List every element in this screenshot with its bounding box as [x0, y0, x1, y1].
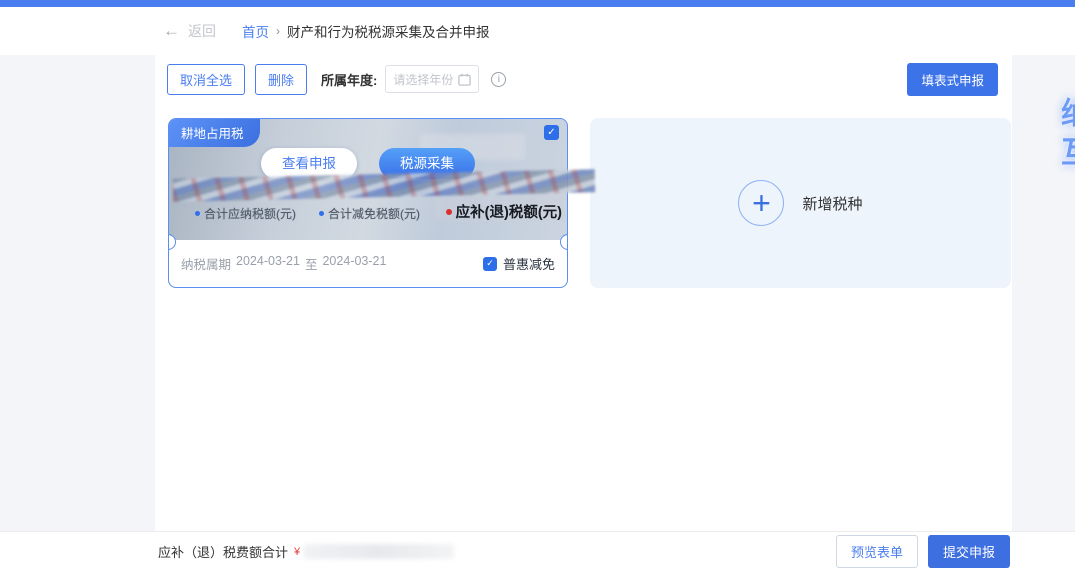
preview-form-button[interactable]: 预览表单	[836, 535, 918, 568]
tax-card-footer: 纳税属期 2024-03-21 至 2024-03-21 ✓ 普惠减免	[169, 240, 567, 287]
period-label: 纳税属期	[181, 254, 231, 273]
year-placeholder: 请选择年份	[393, 71, 458, 88]
info-icon[interactable]: i	[491, 72, 506, 87]
plus-icon: +	[738, 180, 784, 226]
blue-dot-icon	[319, 211, 324, 216]
delete-button[interactable]: 删除	[255, 64, 307, 95]
top-accent-bar	[0, 0, 1080, 7]
tax-card-actions: 查看申报 税源采集	[169, 148, 567, 179]
metric-label: 合计减免税额(元)	[328, 205, 420, 222]
tax-card-checkbox[interactable]: ✓	[544, 125, 559, 140]
main-panel: 取消全选 删除 所属年度: 请选择年份 i 填表式申报 耕地占用税 ✓ 查看申报…	[155, 55, 1012, 531]
cancel-select-all-button[interactable]: 取消全选	[167, 64, 245, 95]
fill-form-declare-button[interactable]: 填表式申报	[907, 63, 998, 96]
view-declaration-button[interactable]: 查看申报	[261, 148, 357, 179]
back-arrow-icon[interactable]: ←	[163, 21, 180, 41]
calendar-icon[interactable]	[458, 73, 471, 86]
tax-period-text: 纳税属期 2024-03-21 至 2024-03-21	[181, 254, 386, 273]
benefit-reduction-label: 普惠减免	[503, 254, 555, 273]
tax-card-title-badge: 耕地占用税	[169, 119, 260, 147]
metric-total-reduction: 合计减免税额(元)	[319, 205, 420, 222]
tax-card-farmland-occupation[interactable]: 耕地占用税 ✓ 查看申报 税源采集 合计应纳税额(元) 合计减免税额(元) 应补…	[168, 118, 568, 288]
right-edge-margin	[1075, 0, 1080, 571]
metric-total-payable: 合计应纳税额(元)	[195, 205, 296, 222]
submit-declaration-button[interactable]: 提交申报	[928, 535, 1010, 568]
add-tax-type-label: 新增税种	[802, 193, 862, 214]
toolbar: 取消全选 删除 所属年度: 请选择年份 i 填表式申报	[167, 64, 998, 94]
period-start-date: 2024-03-21	[236, 254, 300, 273]
year-field-label: 所属年度:	[321, 70, 377, 89]
blue-dot-icon	[195, 211, 200, 216]
redacted-total-value	[304, 544, 454, 559]
add-tax-type-card[interactable]: + 新增税种	[590, 118, 1011, 288]
breadcrumb: ← 返回 首页 › 财产和行为税税源采集及合并申报	[0, 7, 1080, 55]
period-end-date: 2024-03-21	[322, 254, 386, 273]
year-select-input[interactable]: 请选择年份	[385, 65, 479, 93]
total-due-refund-label: 应补（退）税费额合计	[158, 542, 288, 561]
tax-source-collect-button[interactable]: 税源采集	[379, 148, 475, 179]
metric-label: 合计应纳税额(元)	[204, 205, 296, 222]
currency-mark: ¥	[294, 546, 300, 558]
period-joiner: 至	[305, 254, 318, 273]
breadcrumb-home-link[interactable]: 首页	[242, 21, 269, 41]
red-dot-icon	[446, 209, 452, 215]
page-footer: 应补（退）税费额合计 ¥ 预览表单 提交申报	[0, 531, 1080, 571]
metric-tax-due-refund: 应补(退)税额(元)	[446, 201, 562, 222]
breadcrumb-current-page: 财产和行为税税源采集及合并申报	[287, 21, 490, 41]
metric-label: 应补(退)税额(元)	[456, 201, 562, 222]
back-link[interactable]: 返回	[188, 21, 216, 41]
benefit-reduction-checkbox[interactable]: ✓	[483, 257, 497, 271]
breadcrumb-separator: ›	[276, 24, 280, 38]
